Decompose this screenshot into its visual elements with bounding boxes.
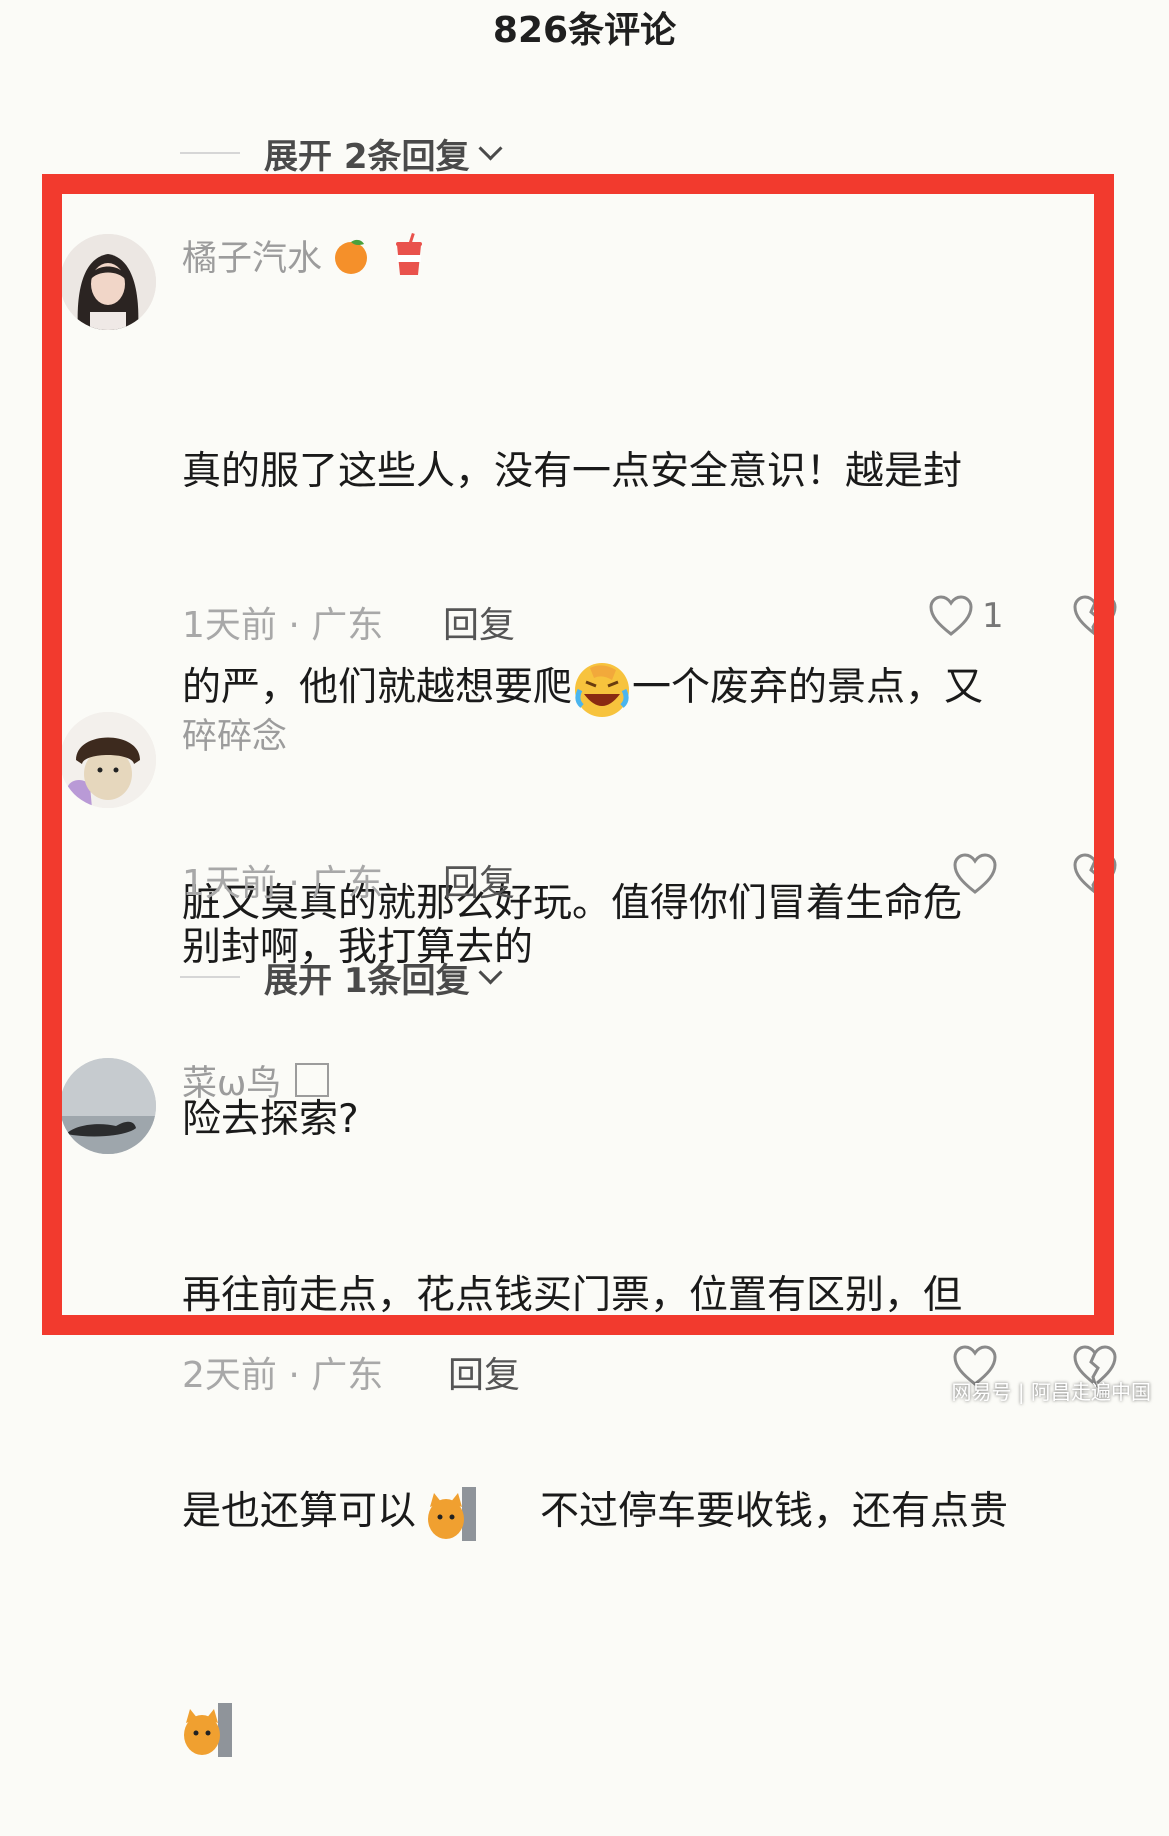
divider-line [180,152,240,154]
laughing-face-emoji-icon [575,662,630,717]
heart-icon [953,853,997,894]
comment-text: 别封啊，我打算去的 [182,925,534,970]
like-count: 1 [982,596,1004,636]
avatar[interactable] [60,712,156,808]
reply-button[interactable]: 回复 [448,1346,520,1398]
username[interactable]: 橘子汽水 [182,230,424,280]
reply-button[interactable]: 回复 [443,854,515,906]
missing-glyph-icon [295,1063,330,1097]
username[interactable]: 碎碎念 [182,710,287,757]
dislike-button[interactable] [1072,852,1118,900]
avatar[interactable] [60,1058,156,1154]
comment-text: 再往前走点，花点钱买门票，位置有区别，但 是也还算可以 不过停车要收钱，还有点贵 [182,1116,1097,1836]
chevron-down-icon [477,135,503,161]
divider-line [180,976,240,978]
expand-replies-label: 展开 2条回复 [264,136,470,177]
expand-replies-button-top[interactable]: 展开 2条回复 [180,128,503,178]
expand-replies-label: 展开 1条回复 [264,960,470,1001]
orange-emoji-icon [335,239,368,274]
chevron-down-icon [477,959,503,985]
comment-count-title: 826条评论 [492,10,677,51]
dislike-button[interactable] [1072,594,1118,642]
comment-meta: 2天前 · 广东 [182,1355,384,1396]
broken-heart-icon [1073,853,1117,896]
comment-meta: 1天前 · 广东 [182,863,384,904]
cat-peeking-emoji-icon [428,1486,477,1541]
avatar[interactable] [60,234,156,330]
reply-button[interactable]: 回复 [443,596,515,648]
expand-replies-button-mid[interactable]: 展开 1条回复 [180,952,503,1002]
username[interactable]: 菜ω鸟 [182,1056,330,1104]
comment-meta: 1天前 · 广东 [182,605,384,646]
broken-heart-icon [1073,595,1117,638]
like-button[interactable]: 1 [928,594,1004,638]
heart-icon [929,595,973,636]
like-button[interactable] [952,852,998,896]
drink-cup-emoji-icon [396,233,423,275]
watermark: 网易号 | 阿昌走遍中国 [951,1380,1151,1404]
cat-peeking-emoji-icon [184,1702,232,1757]
